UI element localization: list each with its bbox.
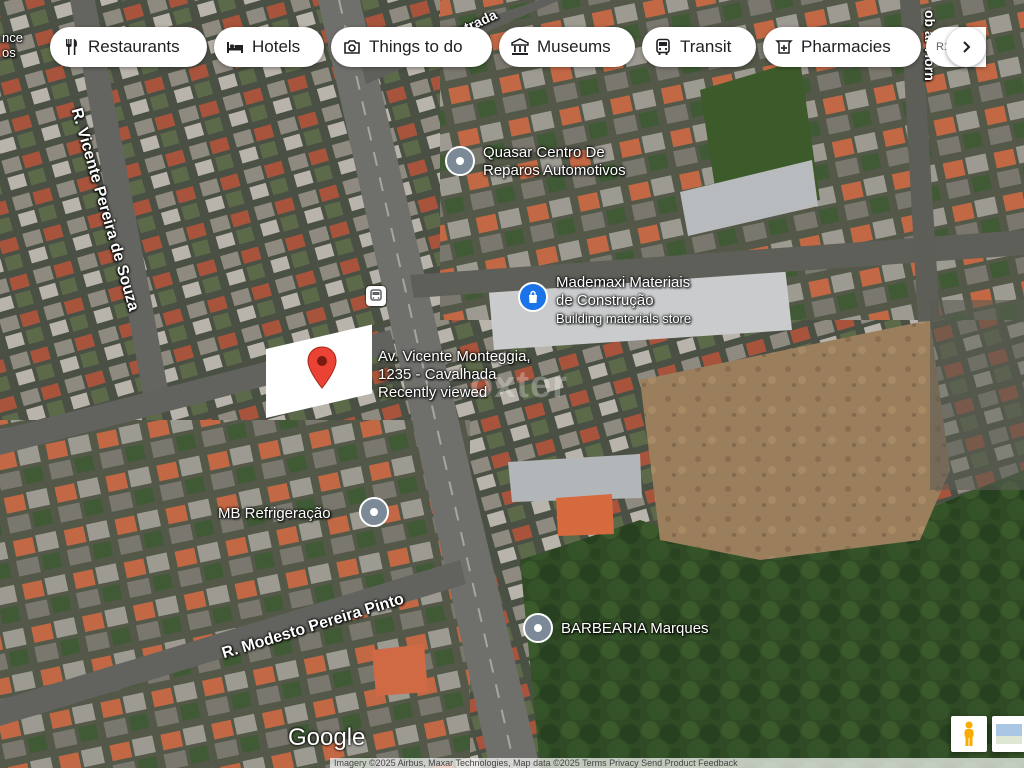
chip-hotels[interactable]: Hotels (214, 27, 324, 67)
bed-icon (226, 38, 244, 56)
category-chip-bar: Restaurants Hotels Things to do Museums … (0, 0, 1024, 92)
poi-category: Building materials store (556, 311, 692, 326)
location-dot-icon (456, 157, 464, 165)
chip-label: Museums (537, 37, 611, 56)
poi-name-line1: Quasar Centro De (483, 144, 605, 161)
chevron-right-icon (963, 41, 971, 53)
bus-stop-icon[interactable] (366, 286, 386, 306)
fork-knife-icon (62, 38, 80, 56)
pharmacy-icon (775, 38, 793, 56)
pegman-icon (964, 721, 974, 746)
camera-icon (343, 38, 361, 56)
poi-name-line2: Reparos Automotivos (483, 162, 626, 179)
chip-restaurants[interactable]: Restaurants (50, 27, 207, 67)
bus-icon (654, 38, 672, 56)
poi-name-line2: de Construção (556, 292, 654, 309)
map-attribution-footer: Imagery ©2025 Airbus, Maxar Technologies… (330, 758, 1024, 768)
chip-museums[interactable]: Museums (499, 27, 635, 67)
layers-button[interactable] (992, 716, 1024, 752)
poi-label-mb-refrigeracao[interactable]: MB Refrigeração (218, 505, 331, 523)
poi-name-line1: Mademaxi Materiais (556, 274, 691, 291)
layers-thumbnail-icon (996, 724, 1022, 744)
poi-pin-quasar[interactable] (445, 146, 475, 176)
shopping-bag-icon (529, 290, 537, 303)
poi-pin-mb-refrigeracao[interactable] (359, 497, 389, 527)
chip-label: Hotels (252, 37, 301, 56)
chip-transit[interactable]: Transit (642, 27, 756, 67)
watermark: oxter (470, 364, 568, 406)
chip-things-to-do[interactable]: Things to do (331, 27, 492, 67)
poi-label-mademaxi[interactable]: Mademaxi Materiais de Construção Buildin… (556, 274, 691, 328)
poi-pin-barbearia[interactable] (523, 613, 553, 643)
chip-label: Things to do (369, 37, 463, 56)
chip-label: Pharmacies (801, 37, 891, 56)
google-logo: Google (288, 724, 366, 751)
chip-pharmacies[interactable]: Pharmacies (763, 27, 921, 67)
location-pin-icon[interactable] (307, 346, 337, 390)
chips-scroll-right-button[interactable] (946, 27, 986, 67)
museum-icon (511, 38, 529, 56)
chip-label: Transit (680, 37, 732, 56)
location-dot-icon (534, 624, 542, 632)
location-dot-icon (370, 508, 378, 516)
poi-pin-mademaxi[interactable] (518, 282, 548, 312)
poi-label-quasar[interactable]: Quasar Centro De Reparos Automotivos (483, 144, 626, 180)
poi-label-barbearia[interactable]: BARBEARIA Marques (561, 620, 709, 638)
pegman-street-view-button[interactable] (951, 716, 987, 752)
chip-label: Restaurants (88, 37, 180, 56)
